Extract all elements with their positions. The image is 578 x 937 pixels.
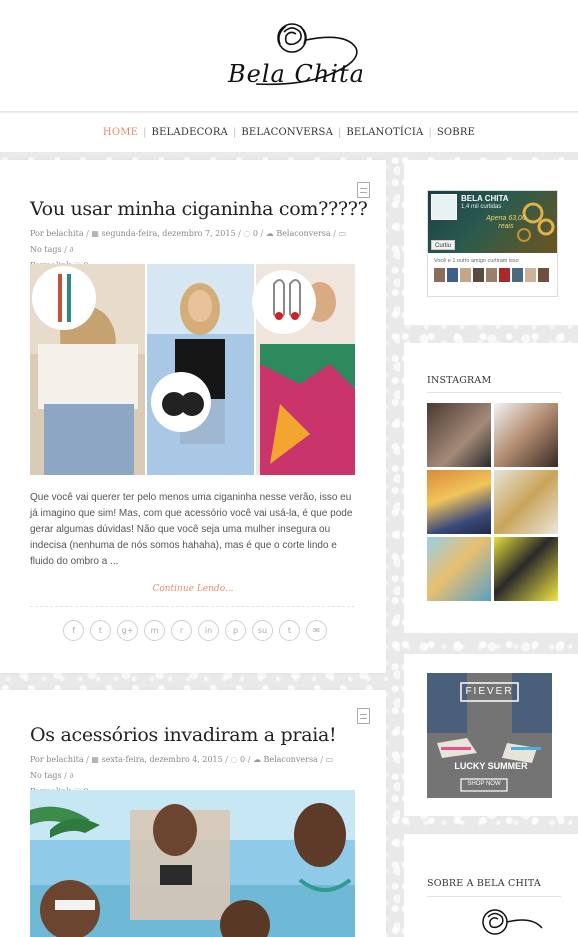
avatar[interactable] (499, 268, 510, 282)
facebook-page-name[interactable]: BELA CHITA (461, 194, 509, 203)
main-navigation: HOME | BELADECORA | BELACONVERSA | BELANOTÍCIA… (0, 113, 578, 153)
myspace-share-button[interactable]: m (144, 620, 165, 641)
nav-item-sobre[interactable]: SOBRE (437, 127, 475, 138)
share-buttons: f t g+ m r in p su t ✉ (63, 620, 327, 642)
facebook-cover-image: BELA CHITA 1,4 mil curtidas Apena 63,00 … (428, 191, 557, 253)
reddit-share-button[interactable]: r (171, 620, 192, 641)
twitter-share-button[interactable]: t (90, 620, 111, 641)
facebook-widget: BELA CHITA 1,4 mil curtidas Apena 63,00 … (404, 160, 578, 325)
post-card: Os acessórios invadiram a praia! Por bel… (0, 690, 386, 937)
comment-icon: ◌ (243, 229, 251, 238)
facebook-friend-avatars (434, 268, 552, 284)
nav-separator: | (338, 127, 342, 138)
facebook-like-count: 1,4 mil curtidas (461, 204, 502, 210)
post-title[interactable]: Os acessórios invadiram a praia! (30, 724, 337, 746)
ad-brand: FIEVER (465, 686, 514, 697)
post-tags: No tags (30, 771, 62, 780)
about-widget: SOBRE A BELA CHITA (404, 834, 578, 937)
post-title[interactable]: Vou usar minha ciganinha com????? (30, 198, 368, 220)
facebook-page-plugin[interactable]: BELA CHITA 1,4 mil curtidas Apena 63,00 … (427, 190, 558, 297)
post-format-icon (357, 182, 370, 198)
post-excerpt: Que você vai querer ter pelo menos uma c… (30, 492, 353, 567)
avatar[interactable] (525, 268, 536, 282)
widget-title: INSTAGRAM (427, 375, 492, 386)
post-featured-image[interactable] (30, 790, 355, 937)
calendar-icon: ▦ (91, 755, 99, 764)
beach-collage-image (30, 790, 355, 937)
advertisement-widget: FIEVER LUCKY SUMMER SHOP NOW (404, 654, 578, 816)
facebook-promo-text: Apena 63,00 reais (486, 215, 526, 230)
instagram-photo[interactable] (494, 403, 558, 467)
instagram-photo[interactable] (494, 537, 558, 601)
facebook-share-button[interactable]: f (63, 620, 84, 641)
ciganinha-collage-image (30, 264, 355, 475)
avatar[interactable] (460, 268, 471, 282)
avatar[interactable] (447, 268, 458, 282)
pinterest-share-button[interactable]: p (225, 620, 246, 641)
avatar[interactable] (473, 268, 484, 282)
calendar-icon: ▦ (91, 229, 99, 238)
tag-icon: ▭ (338, 229, 347, 238)
instagram-grid (427, 403, 559, 601)
advertisement-banner[interactable]: FIEVER LUCKY SUMMER SHOP NOW (427, 673, 552, 798)
email-share-button[interactable]: ✉ (306, 620, 327, 641)
nav-item-belanoticia[interactable]: BELANOTÍCIA (346, 127, 423, 138)
post-author[interactable]: Por belachita (30, 755, 84, 764)
stumbleupon-share-button[interactable]: su (252, 620, 273, 641)
instagram-photo[interactable] (427, 537, 491, 601)
post-tags: No tags (30, 245, 62, 254)
tag-icon: ▭ (325, 755, 334, 764)
continue-reading-link[interactable]: Continue Lendo... (0, 584, 386, 594)
comment-icon: ◌ (230, 755, 238, 764)
instagram-photo[interactable] (427, 403, 491, 467)
nav-separator: | (428, 127, 432, 138)
post-card: Vou usar minha ciganinha com????? Por be… (0, 160, 386, 673)
avatar[interactable] (486, 268, 497, 282)
comment-count[interactable]: 0 (253, 229, 258, 238)
post-format-icon (357, 708, 370, 724)
divider (427, 896, 561, 897)
ad-headline: LUCKY SUMMER (454, 761, 528, 771)
cloud-icon: ☁ (265, 229, 274, 238)
logo-wordmark: Bela Chita (228, 60, 365, 88)
link-icon: ∂ (69, 245, 74, 254)
post-category[interactable]: Belaconversa (263, 755, 317, 764)
widget-title: SOBRE A BELA CHITA (427, 878, 541, 889)
post-date: segunda-feira, dezembro 7, 2015 (101, 229, 236, 238)
nav-separator: | (232, 127, 237, 138)
post-featured-image[interactable] (30, 264, 355, 475)
site-logo[interactable]: Bela Chita (222, 18, 365, 90)
post-date: sexta-feira, dezembro 4, 2015 (101, 755, 223, 764)
instagram-photo[interactable] (427, 470, 491, 534)
nav-item-belaconversa[interactable]: BELACONVERSA (241, 127, 333, 138)
post-category[interactable]: Belaconversa (276, 229, 330, 238)
instagram-widget: INSTAGRAM (404, 343, 578, 633)
nav-separator: | (143, 127, 147, 138)
avatar[interactable] (512, 268, 523, 282)
facebook-friends-text: Você e 1 outro amigo curtiram isso (434, 258, 519, 264)
facebook-page-avatar (431, 194, 457, 220)
nav-item-beladecora[interactable]: BELADECORA (152, 127, 228, 138)
tumblr-share-button[interactable]: t (279, 620, 300, 641)
divider (30, 606, 355, 607)
comment-count[interactable]: 0 (240, 755, 245, 764)
linkedin-share-button[interactable]: in (198, 620, 219, 641)
facebook-like-button[interactable]: Curtiu (431, 240, 456, 250)
site-header: Bela Chita (0, 0, 578, 112)
nav-item-home[interactable]: HOME (103, 127, 138, 138)
link-icon: ∂ (69, 771, 74, 780)
divider (427, 392, 561, 393)
ad-cta-button[interactable]: SHOP NOW (461, 781, 507, 787)
avatar[interactable] (538, 268, 549, 282)
avatar[interactable] (434, 268, 445, 282)
google-plus-share-button[interactable]: g+ (117, 620, 138, 641)
cloud-icon: ☁ (252, 755, 261, 764)
post-author[interactable]: Por belachita (30, 229, 84, 238)
instagram-photo[interactable] (494, 470, 558, 534)
rose-logo-icon (482, 909, 543, 935)
